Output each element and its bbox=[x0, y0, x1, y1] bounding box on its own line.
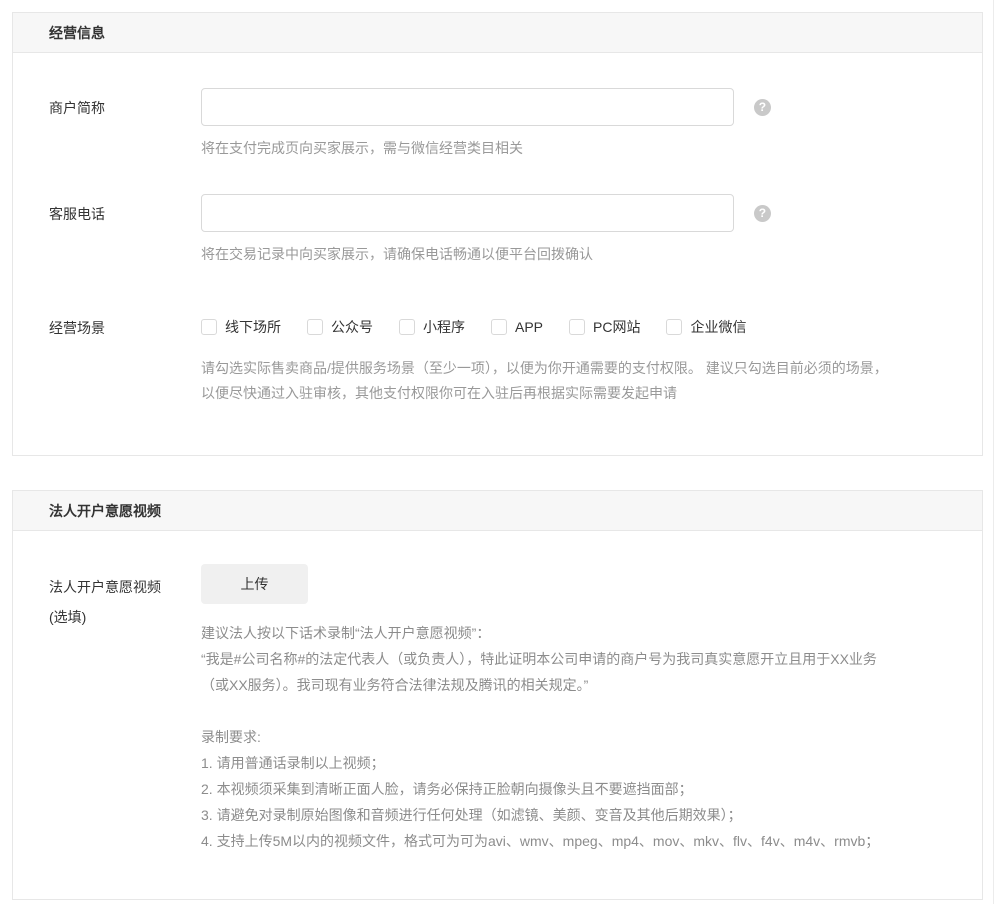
legal-person-video-label-line1: 法人开户意愿视频 bbox=[49, 572, 201, 602]
recording-requirements: 录制要求: 1. 请用普通话录制以上视频； 2. 本视频须采集到清晰正面人脸，请… bbox=[201, 724, 942, 854]
business-scenario-label: 经营场景 bbox=[49, 308, 201, 406]
recording-requirement-2: 2. 本视频须采集到清晰正面人脸，请务必保持正脸朝向摄像头且不要遮挡面部； bbox=[201, 776, 942, 802]
upload-video-button[interactable]: 上传 bbox=[201, 564, 308, 604]
business-scenario-options: 线下场所 公众号 小程序 APP bbox=[201, 308, 942, 336]
recording-requirement-3: 3. 请避免对录制原始图像和音频进行任何处理（如滤镜、美颜、变音及其他后期效果）… bbox=[201, 802, 942, 828]
merchant-shortname-input[interactable] bbox=[201, 88, 734, 126]
checkbox-offline-store[interactable]: 线下场所 bbox=[201, 318, 281, 336]
legal-person-video-panel-title: 法人开户意愿视频 bbox=[13, 491, 982, 531]
checkbox-wecom-box[interactable] bbox=[666, 319, 682, 335]
recording-requirements-title: 录制要求: bbox=[201, 724, 942, 750]
service-phone-label: 客服电话 bbox=[49, 194, 201, 264]
service-phone-row: 客服电话 ? 将在交易记录中向买家展示，请确保电话畅通以便平台回拨确认 bbox=[49, 194, 942, 264]
merchant-shortname-help-icon[interactable]: ? bbox=[754, 99, 771, 116]
recording-requirement-4: 4. 支持上传5M以内的视频文件，格式可为可为avi、wmv、mpeg、mp4、… bbox=[201, 828, 942, 854]
business-scenario-note-line2: 以便尽快通过入驻审核，其他支付权限你可在入驻后再根据实际需要发起申请 bbox=[201, 381, 942, 406]
checkbox-app-box[interactable] bbox=[491, 319, 507, 335]
checkbox-official-account-box[interactable] bbox=[307, 319, 323, 335]
video-script-intro: 建议法人按以下话术录制“法人开户意愿视频”： bbox=[201, 620, 942, 646]
checkbox-wecom[interactable]: 企业微信 bbox=[666, 318, 746, 336]
business-scenario-note: 请勾选实际售卖商品/提供服务场景（至少一项），以便为你开通需要的支付权限。 建议… bbox=[201, 356, 942, 406]
video-script-line2: （或XX服务）。我司现有业务符合法律法规及腾讯的相关规定。” bbox=[201, 672, 942, 698]
checkbox-pc-website-label: PC网站 bbox=[593, 318, 640, 336]
checkbox-official-account-label: 公众号 bbox=[331, 318, 373, 336]
legal-person-video-label: 法人开户意愿视频 (选填) bbox=[49, 564, 201, 854]
checkbox-pc-website-box[interactable] bbox=[569, 319, 585, 335]
checkbox-offline-store-label: 线下场所 bbox=[225, 318, 281, 336]
checkbox-mini-program-label: 小程序 bbox=[423, 318, 465, 336]
checkbox-pc-website[interactable]: PC网站 bbox=[569, 318, 640, 336]
business-info-panel-title: 经营信息 bbox=[13, 13, 982, 53]
checkbox-mini-program[interactable]: 小程序 bbox=[399, 318, 465, 336]
legal-person-video-panel: 法人开户意愿视频 法人开户意愿视频 (选填) 上传 建议法人按以下话术录制“法人… bbox=[12, 490, 983, 900]
recording-requirement-1: 1. 请用普通话录制以上视频； bbox=[201, 750, 942, 776]
merchant-shortname-row: 商户简称 ? 将在支付完成页向买家展示，需与微信经营类目相关 bbox=[49, 88, 942, 158]
video-script-instructions: 建议法人按以下话术录制“法人开户意愿视频”： “我是#公司名称#的法定代表人（或… bbox=[201, 620, 942, 698]
checkbox-app-label: APP bbox=[515, 318, 543, 336]
business-info-panel: 经营信息 商户简称 ? 将在支付完成页向买家展示，需与微信经营类目相关 客服电话… bbox=[12, 12, 983, 456]
checkbox-offline-store-box[interactable] bbox=[201, 319, 217, 335]
checkbox-wecom-label: 企业微信 bbox=[690, 318, 746, 336]
legal-person-video-row: 法人开户意愿视频 (选填) 上传 建议法人按以下话术录制“法人开户意愿视频”： … bbox=[49, 531, 942, 854]
video-script-line1: “我是#公司名称#的法定代表人（或负责人），特此证明本公司申请的商户号为我司真实… bbox=[201, 646, 942, 672]
page-right-divider bbox=[993, 0, 994, 904]
service-phone-help-icon[interactable]: ? bbox=[754, 205, 771, 222]
checkbox-official-account[interactable]: 公众号 bbox=[307, 318, 373, 336]
legal-person-video-label-line2: (选填) bbox=[49, 602, 201, 632]
checkbox-mini-program-box[interactable] bbox=[399, 319, 415, 335]
checkbox-app[interactable]: APP bbox=[491, 318, 543, 336]
business-scenario-row: 经营场景 线下场所 公众号 小程序 bbox=[49, 308, 942, 406]
service-phone-input[interactable] bbox=[201, 194, 734, 232]
service-phone-helper-text: 将在交易记录中向买家展示，请确保电话畅通以便平台回拨确认 bbox=[201, 244, 942, 264]
business-scenario-note-line1: 请勾选实际售卖商品/提供服务场景（至少一项），以便为你开通需要的支付权限。 建议… bbox=[201, 356, 942, 381]
merchant-shortname-helper-text: 将在支付完成页向买家展示，需与微信经营类目相关 bbox=[201, 138, 942, 158]
merchant-shortname-label: 商户简称 bbox=[49, 88, 201, 158]
